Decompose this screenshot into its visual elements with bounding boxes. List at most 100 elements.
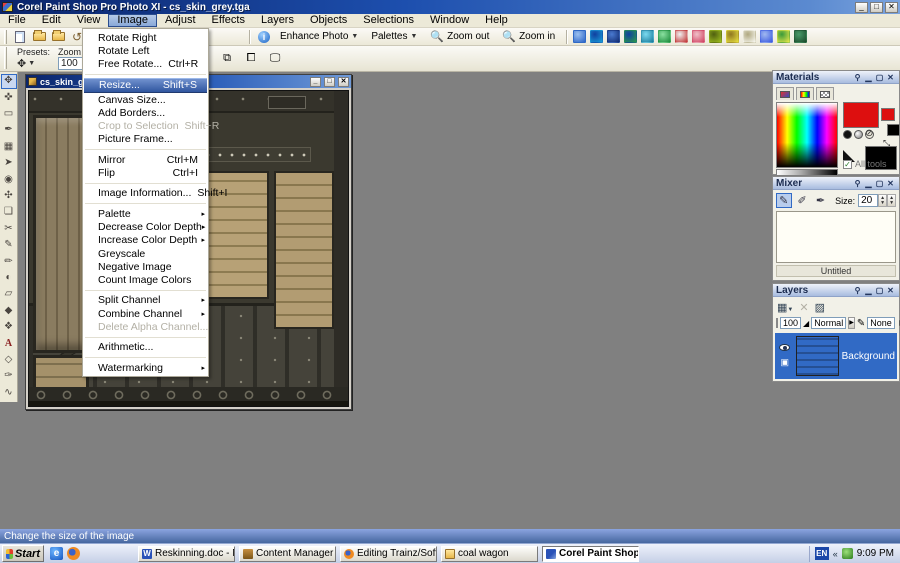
pin-icon[interactable]: ⚲ bbox=[852, 286, 863, 295]
blend-mode-select[interactable]: Normal bbox=[811, 317, 846, 329]
blend-mode-arrow-icon[interactable]: ▶ bbox=[848, 317, 855, 329]
image-menu-item-image-information[interactable]: Image Information...Shift+I bbox=[83, 187, 208, 200]
menu-item-effects[interactable]: Effects bbox=[204, 14, 253, 27]
delete-layer-icon[interactable]: ✕ bbox=[799, 301, 808, 314]
image-menu-item-increase-color-depth[interactable]: Increase Color Depth▸ bbox=[83, 234, 208, 247]
zoom-in-button[interactable]: 🔍 Zoom in bbox=[497, 30, 560, 43]
image-menu-item-flip[interactable]: FlipCtrl+I bbox=[83, 166, 208, 179]
makeover-tool-icon[interactable]: ✣ bbox=[1, 189, 17, 204]
pin-icon[interactable]: ⚲ bbox=[852, 73, 863, 82]
panel-close-icon[interactable]: ✕ bbox=[885, 286, 896, 295]
effect-icon[interactable] bbox=[777, 30, 790, 43]
start-button[interactable]: Start bbox=[2, 545, 44, 562]
mixer-knife-icon[interactable]: ✐ bbox=[795, 193, 810, 208]
all-tools-checkbox[interactable]: ✓ All tools bbox=[843, 159, 887, 169]
lighten-darken-tool-icon[interactable]: ◐ bbox=[1, 271, 17, 286]
panel-minimize-icon[interactable]: ▁ bbox=[863, 73, 874, 82]
taskbar-task-coal-wagon[interactable]: coal wagon bbox=[441, 546, 538, 562]
maximize-button[interactable]: □ bbox=[870, 2, 883, 13]
image-menu-item-rotate-right[interactable]: Rotate Right bbox=[83, 31, 208, 44]
image-menu-item-split-channel[interactable]: Split Channel▸ bbox=[83, 294, 208, 307]
palettes-button[interactable]: Palettes ▼ bbox=[366, 31, 422, 42]
mixer-dropper-icon[interactable]: ✒ bbox=[813, 193, 828, 208]
panel-maximize-icon[interactable]: ▢ bbox=[874, 286, 885, 295]
pick-tool-icon[interactable]: ➤ bbox=[1, 156, 17, 171]
tab-frame[interactable] bbox=[776, 87, 794, 100]
red-eye-tool-icon[interactable]: ◉ bbox=[1, 172, 17, 187]
effect-icon[interactable] bbox=[709, 30, 722, 43]
image-menu-item-rotate-left[interactable]: Rotate Left bbox=[83, 44, 208, 57]
grayscale-strip[interactable] bbox=[776, 169, 838, 176]
tray-collapse-icon[interactable]: « bbox=[833, 549, 838, 559]
presets-dropdown[interactable]: ✥ ▼ bbox=[17, 57, 50, 70]
paint-brush-tool-icon[interactable]: ✎ bbox=[1, 238, 17, 253]
taskbar-task-corel-paint-shop-pro[interactable]: Corel Paint Shop Pro ... bbox=[542, 546, 639, 562]
mixer-brush-icon[interactable]: ✎ bbox=[776, 193, 792, 208]
menu-item-objects[interactable]: Objects bbox=[302, 14, 355, 27]
layer-name[interactable]: Background bbox=[842, 351, 895, 362]
image-menu-item-canvas-size[interactable]: Canvas Size... bbox=[83, 93, 208, 106]
full-screen-preview-icon[interactable]: 🖵 bbox=[267, 51, 283, 65]
effect-icon[interactable] bbox=[760, 30, 773, 43]
zoom-out-button[interactable]: 🔍 Zoom out bbox=[425, 30, 494, 43]
text-tool-icon[interactable]: A bbox=[1, 336, 17, 351]
menu-item-layers[interactable]: Layers bbox=[253, 14, 302, 27]
crop-tool-icon[interactable]: ▦ bbox=[1, 140, 17, 155]
open-file-icon[interactable] bbox=[31, 30, 47, 44]
effect-icon[interactable] bbox=[624, 30, 637, 43]
effect-icon[interactable] bbox=[794, 30, 807, 43]
link-set-value[interactable]: None bbox=[867, 317, 895, 329]
image-menu-item-palette[interactable]: Palette▸ bbox=[83, 207, 208, 220]
eraser-tool-icon[interactable]: ▱ bbox=[1, 287, 17, 302]
layer-row-background[interactable]: ▣ Background bbox=[775, 333, 897, 379]
move-tool-icon[interactable]: ✜ bbox=[1, 90, 17, 105]
image-menu-item-greyscale[interactable]: Greyscale bbox=[83, 247, 208, 260]
actual-size-icon[interactable]: ⧉ bbox=[219, 51, 235, 65]
taskbar-task-content-manager-plus[interactable]: Content Manager Plus bbox=[239, 546, 336, 562]
foreground-swatch[interactable] bbox=[843, 102, 879, 128]
size-value[interactable]: 20 bbox=[858, 194, 878, 207]
minimize-button[interactable]: _ bbox=[855, 2, 868, 13]
opacity-value[interactable]: 100 bbox=[780, 317, 801, 329]
toolbar-grip[interactable] bbox=[4, 47, 7, 69]
pen-tool-icon[interactable]: ✑ bbox=[1, 369, 17, 384]
panel-maximize-icon[interactable]: ▢ bbox=[874, 73, 885, 82]
enhance-photo-button[interactable]: Enhance Photo ▼ bbox=[275, 31, 363, 42]
no-style-icon[interactable] bbox=[865, 130, 874, 139]
image-menu-item-free-rotate[interactable]: Free Rotate...Ctrl+R bbox=[83, 58, 208, 71]
panel-maximize-icon[interactable]: ▢ bbox=[874, 179, 885, 188]
effect-icon[interactable] bbox=[692, 30, 705, 43]
layer-thumbnail[interactable] bbox=[796, 336, 839, 376]
effect-icon[interactable] bbox=[726, 30, 739, 43]
menu-item-selections[interactable]: Selections bbox=[355, 14, 422, 27]
zoom-value[interactable]: 100 bbox=[58, 57, 84, 70]
ie-quicklaunch-icon[interactable]: e bbox=[50, 547, 63, 560]
checkbox-icon[interactable]: ✓ bbox=[843, 160, 852, 169]
warp-brush-tool-icon[interactable]: ∿ bbox=[1, 386, 17, 401]
preset-shape-tool-icon[interactable]: ◇ bbox=[1, 353, 17, 368]
menu-item-help[interactable]: Help bbox=[477, 14, 516, 27]
pan-tool-icon[interactable]: ✥ bbox=[1, 74, 17, 89]
toolbar-grip[interactable] bbox=[4, 30, 7, 44]
background-color-chip[interactable] bbox=[887, 124, 900, 136]
visibility-eye-icon[interactable] bbox=[779, 344, 790, 351]
mixer-area[interactable] bbox=[776, 211, 896, 263]
panel-close-icon[interactable]: ✕ bbox=[885, 179, 896, 188]
airbrush-tool-icon[interactable]: ✏ bbox=[1, 254, 17, 269]
mixer-title-bar[interactable]: Mixer ⚲ ▁ ▢ ✕ bbox=[773, 177, 899, 190]
opacity-slider-icon[interactable]: ◢ bbox=[803, 319, 809, 328]
image-menu-item-add-borders[interactable]: Add Borders... bbox=[83, 106, 208, 119]
color-picker[interactable] bbox=[776, 102, 838, 168]
image-menu-item-picture-frame[interactable]: Picture Frame... bbox=[83, 133, 208, 146]
menu-item-window[interactable]: Window bbox=[422, 14, 477, 27]
image-menu-item-negative-image[interactable]: Negative Image bbox=[83, 260, 208, 273]
effect-icon[interactable] bbox=[641, 30, 654, 43]
taskbar-task-editing-trainz-software[interactable]: Editing Trainz/Software ... bbox=[340, 546, 437, 562]
doc-minimize-button[interactable]: _ bbox=[310, 77, 321, 87]
tray-status-icon[interactable] bbox=[842, 548, 853, 559]
color-changer-tool-icon[interactable]: ❖ bbox=[1, 320, 17, 335]
panel-minimize-icon[interactable]: ▁ bbox=[863, 179, 874, 188]
image-menu-item-mirror[interactable]: MirrorCtrl+M bbox=[83, 153, 208, 166]
effect-icon[interactable] bbox=[573, 30, 586, 43]
new-file-icon[interactable] bbox=[12, 30, 28, 44]
